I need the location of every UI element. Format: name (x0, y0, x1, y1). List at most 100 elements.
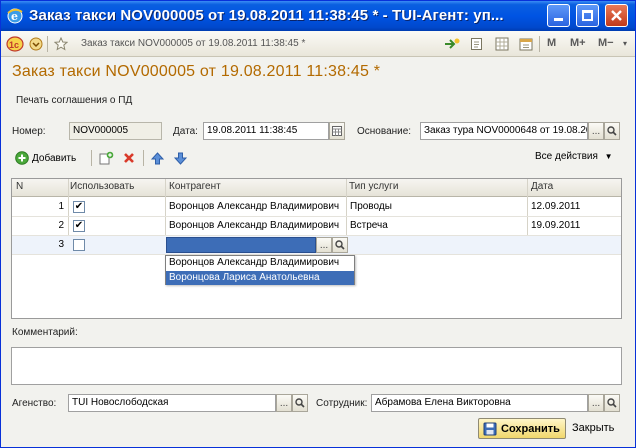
table-row[interactable]: 2 ✔ Воронцов Александр Владимирович Встр… (12, 217, 621, 236)
minimize-icon (554, 18, 563, 21)
date-cell[interactable]: 19.09.2011 (531, 220, 580, 231)
ellipsis-icon: ... (319, 239, 329, 251)
column-header-service-type[interactable]: Тип услуги (349, 181, 398, 192)
title-bar[interactable]: e Заказ такси NOV000005 от 19.08.2011 11… (1, 1, 635, 31)
checkmark-icon: ✔ (74, 220, 84, 231)
add-row-label: Добавить (32, 152, 77, 164)
row-number: 3 (58, 239, 64, 250)
basis-select-button[interactable]: ... (588, 122, 604, 140)
delete-row-button[interactable] (123, 150, 135, 166)
memory-minus-button[interactable]: M− (598, 37, 614, 49)
use-checkbox[interactable]: ✔ (73, 220, 85, 232)
counterparty-open-button[interactable] (332, 237, 348, 253)
counterparty-input[interactable] (166, 237, 316, 253)
save-button-label: Сохранить (501, 422, 560, 435)
use-checkbox[interactable]: ✔ (73, 201, 85, 213)
counterparty-select-button[interactable]: ... (316, 237, 332, 253)
arrow-star-icon (445, 38, 460, 49)
row-number: 1 (58, 201, 64, 212)
ellipsis-icon: ... (591, 125, 601, 137)
maximize-icon (582, 10, 593, 21)
comment-textarea[interactable] (11, 347, 622, 385)
svg-text:e: e (11, 10, 18, 23)
calendar-button[interactable] (517, 35, 535, 53)
table-button[interactable] (493, 35, 511, 53)
counterparty-cell[interactable]: Воронцов Александр Владимирович (169, 220, 344, 231)
date-picker-button[interactable] (329, 122, 345, 140)
calendar-icon (332, 126, 342, 136)
employee-field[interactable]: Абрамова Елена Викторовна (371, 394, 588, 412)
basis-open-button[interactable] (604, 122, 620, 140)
add-row-button[interactable]: Добавить (15, 150, 76, 166)
svg-text:1c: 1c (9, 40, 19, 50)
minimize-button[interactable] (547, 4, 570, 27)
search-icon (607, 126, 617, 136)
toolbar-menu-arrow-icon[interactable]: ▾ (623, 39, 627, 48)
copy-add-icon (99, 151, 114, 165)
employee-open-button[interactable] (604, 394, 620, 412)
column-header-date[interactable]: Дата (531, 181, 553, 192)
number-label: Номер: (12, 126, 46, 137)
save-button[interactable]: Сохранить (478, 418, 566, 439)
star-icon (54, 37, 68, 51)
ie-icon: e (6, 7, 24, 25)
comment-label: Комментарий: (12, 327, 78, 338)
floppy-disk-icon (483, 422, 497, 435)
memory-button[interactable]: M (547, 37, 556, 49)
favorite-button[interactable] (52, 35, 70, 53)
row-number: 2 (58, 220, 64, 231)
close-button[interactable]: Закрыть (572, 422, 614, 434)
document-icon (470, 38, 482, 50)
window-title: Заказ такси NOV000005 от 19.08.2011 11:3… (29, 7, 504, 24)
maximize-button[interactable] (576, 4, 599, 27)
counterparty-cell[interactable]: Воронцов Александр Владимирович (169, 201, 344, 212)
date-field[interactable]: 19.08.2011 11:38:45 (203, 122, 329, 140)
employee-label: Сотрудник: (316, 398, 368, 409)
column-header-n[interactable]: N (16, 181, 23, 192)
plus-circle-icon (15, 151, 29, 165)
autocomplete-item-selected[interactable]: Воронцова Лариса Анатольевна (166, 271, 354, 285)
table-row-editing[interactable]: 3 ... (12, 236, 621, 255)
form-heading: Заказ такси NOV000005 от 19.08.2011 11:3… (12, 63, 381, 80)
use-checkbox[interactable] (73, 239, 85, 251)
basis-label: Основание: (357, 126, 412, 137)
document-button[interactable] (467, 35, 485, 53)
column-header-counterparty[interactable]: Контрагент (169, 181, 221, 192)
column-header-use[interactable]: Использовать (70, 181, 134, 192)
search-icon (607, 398, 617, 408)
number-field[interactable]: NOV000005 (69, 122, 162, 140)
memory-plus-button[interactable]: M+ (570, 37, 586, 49)
agency-label: Агенство: (12, 398, 57, 409)
app-menu-button[interactable]: 1c (5, 35, 25, 53)
date-label: Дата: (173, 126, 198, 137)
spreadsheet-icon (495, 37, 509, 51)
agency-field[interactable]: TUI Новослободская (68, 394, 276, 412)
table-row[interactable]: 1 ✔ Воронцов Александр Владимирович Пров… (12, 198, 621, 217)
table-header: N Использовать Контрагент Тип услуги Дат… (12, 179, 621, 197)
employee-select-button[interactable]: ... (588, 394, 604, 412)
all-actions-menu[interactable]: Все действия ▼ (535, 151, 613, 162)
move-up-button[interactable] (151, 150, 164, 166)
arrow-up-icon (151, 151, 164, 164)
service-type-cell[interactable]: Проводы (350, 201, 392, 212)
taxi-order-table: N Использовать Контрагент Тип услуги Дат… (11, 178, 622, 319)
move-down-button[interactable] (174, 150, 187, 166)
autocomplete-item[interactable]: Воронцов Александр Владимирович (166, 256, 354, 270)
arrow-down-icon (174, 152, 187, 165)
document-window: e Заказ такси NOV000005 от 19.08.2011 11… (0, 0, 636, 448)
copy-row-button[interactable] (99, 150, 114, 166)
search-icon (335, 240, 345, 250)
ellipsis-icon: ... (591, 397, 601, 409)
date-cell[interactable]: 12.09.2011 (531, 201, 580, 212)
agency-open-button[interactable] (292, 394, 308, 412)
search-icon (295, 398, 305, 408)
print-agreement-link[interactable]: Печать соглашения о ПД (16, 95, 132, 106)
counterparty-autocomplete-list: Воронцов Александр Владимирович Воронцов… (165, 255, 355, 285)
basis-field[interactable]: Заказ тура NOV0000648 от 19.08.2011 (420, 122, 588, 140)
agency-select-button[interactable]: ... (276, 394, 292, 412)
service-type-cell[interactable]: Встреча (350, 220, 388, 231)
calendar-icon (519, 38, 533, 51)
close-window-button[interactable] (605, 4, 628, 27)
goto-button[interactable] (443, 35, 461, 53)
dropdown-menu-button[interactable] (28, 35, 44, 53)
